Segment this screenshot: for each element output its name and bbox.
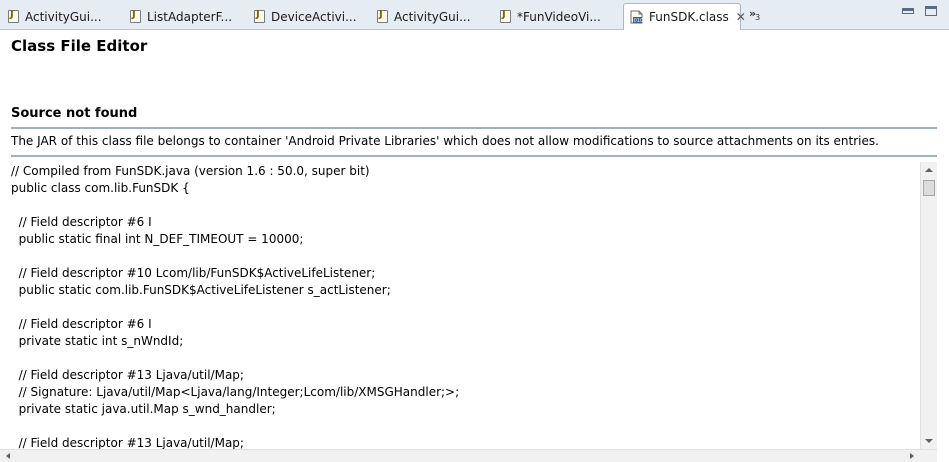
section-title: Source not found [11, 106, 138, 121]
bytecode-view[interactable]: // Compiled from FunSDK.java (version 1.… [0, 162, 937, 449]
java-file-icon [377, 9, 388, 23]
tab-funsdk-class[interactable]: 010 FunSDK.class ✕ [623, 3, 746, 30]
maximize-icon[interactable] [925, 6, 937, 16]
code-line: // Field descriptor #13 Ljava/util/Map; [11, 368, 244, 382]
code-line: public static final int N_DEF_TIMEOUT = … [11, 232, 304, 246]
code-line: // Field descriptor #6 I [11, 215, 152, 229]
tab-overflow-button[interactable]: »3 [749, 7, 760, 23]
tab-label: ActivityGui... [25, 9, 102, 24]
source-not-found-message: The JAR of this class file belongs to co… [11, 134, 879, 148]
close-icon[interactable]: ✕ [736, 10, 746, 24]
java-file-icon [130, 9, 141, 23]
java-file-icon [500, 9, 511, 23]
tab-fun-video-view[interactable]: *FunVideoVi... [494, 4, 618, 29]
vertical-scrollbar[interactable] [920, 162, 937, 449]
tab-activity-gui-2[interactable]: ActivityGui... [371, 4, 489, 29]
tab-device-activity[interactable]: DeviceActivi... [248, 4, 366, 29]
editor-tab-bar: ActivityGui... ListAdapterF... DeviceAct… [0, 0, 949, 30]
scroll-up-icon[interactable] [925, 168, 933, 172]
java-file-icon [254, 9, 265, 23]
code-line: private static int s_nWndId; [11, 334, 184, 348]
code-line: public static com.lib.FunSDK$ActiveLifeL… [11, 283, 391, 297]
code-line: // Compiled from FunSDK.java (version 1.… [11, 164, 370, 178]
tab-label: *FunVideoVi... [517, 9, 601, 24]
code-line: // Field descriptor #10 Lcom/lib/FunSDK$… [11, 266, 376, 280]
java-file-icon [8, 9, 19, 23]
scroll-down-icon[interactable] [925, 439, 933, 443]
scroll-right-icon[interactable] [910, 453, 914, 459]
code-line: // Field descriptor #13 Ljava/util/Map; [11, 436, 244, 449]
code-line: private static java.util.Map s_wnd_handl… [11, 402, 276, 416]
page-title: Class File Editor [11, 37, 148, 55]
scroll-left-icon[interactable] [6, 453, 10, 459]
tab-label: ActivityGui... [394, 9, 471, 24]
tab-label: DeviceActivi... [271, 9, 357, 24]
divider [11, 155, 937, 157]
horizontal-scrollbar[interactable] [0, 449, 937, 462]
code-line: public class com.lib.FunSDK { [11, 181, 190, 195]
tab-list-adapter[interactable]: ListAdapterF... [124, 4, 242, 29]
svg-text:010: 010 [634, 18, 644, 24]
tab-activity-gui-1[interactable]: ActivityGui... [2, 4, 120, 29]
code-line: // Field descriptor #6 I [11, 317, 152, 331]
divider [11, 127, 937, 129]
tab-label: ListAdapterF... [147, 9, 233, 24]
minimize-icon[interactable] [902, 8, 914, 14]
overflow-count: 3 [755, 13, 760, 23]
scroll-thumb[interactable] [923, 180, 935, 196]
code-line: // Signature: Ljava/util/Map<Ljava/lang/… [11, 385, 460, 399]
tab-label: FunSDK.class [649, 10, 729, 24]
class-file-icon: 010 [630, 10, 644, 24]
